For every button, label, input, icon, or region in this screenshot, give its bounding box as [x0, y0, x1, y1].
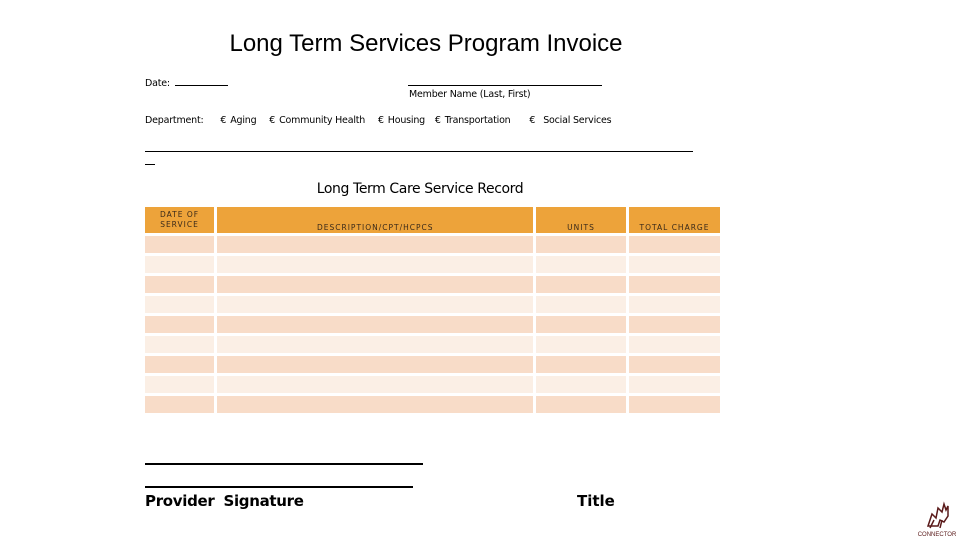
cell-units[interactable] [536, 336, 626, 353]
table-header-row: DATE OF SERVICE DESCRIPTION/CPT/HCPCS UN… [145, 207, 720, 233]
department-label: Department: [145, 115, 204, 126]
invoice-title-text: Long Term Services Program Invoice [229, 30, 623, 57]
checkbox-icon[interactable]: € [529, 115, 535, 126]
checkbox-icon[interactable]: € [378, 115, 384, 126]
cell-total-charge[interactable] [629, 256, 720, 273]
title-label: Title [577, 492, 615, 510]
cell-description[interactable] [217, 256, 533, 273]
invoice-title: Long Term Services Program Invoice [0, 30, 852, 58]
table-row [145, 236, 720, 253]
cell-description[interactable] [217, 236, 533, 253]
option-label: Transportation [444, 115, 511, 126]
checkbox-icon[interactable]: € [269, 115, 275, 126]
cell-description[interactable] [217, 376, 533, 393]
column-header-total-charge: TOTAL CHARGE [629, 207, 720, 233]
cell-units[interactable] [536, 376, 626, 393]
provider-signature-line[interactable] [145, 463, 423, 465]
title-line[interactable] [145, 486, 413, 488]
table-row [145, 356, 720, 373]
cell-description[interactable] [217, 356, 533, 373]
column-header-description: DESCRIPTION/CPT/HCPCS [217, 207, 533, 233]
department-option-housing[interactable]: € Housing [378, 115, 425, 126]
checkbox-icon[interactable]: € [220, 115, 226, 126]
table-row [145, 276, 720, 293]
cell-total-charge[interactable] [629, 356, 720, 373]
department-option-aging[interactable]: € Aging [220, 115, 256, 126]
option-label: Social Services [543, 115, 612, 126]
option-label: Community Health [279, 115, 366, 126]
cell-date[interactable] [145, 236, 214, 253]
cell-total-charge[interactable] [629, 236, 720, 253]
cell-total-charge[interactable] [629, 316, 720, 333]
member-name-label: Member Name (Last, First) [409, 89, 531, 100]
table-row [145, 316, 720, 333]
table-body [145, 236, 720, 413]
table-row [145, 296, 720, 313]
wolf-logo-icon: CONNECTOR [918, 498, 957, 538]
blank-line-continuation[interactable] [145, 164, 155, 165]
cell-description[interactable] [217, 276, 533, 293]
cell-total-charge[interactable] [629, 396, 720, 413]
date-label: Date: [145, 78, 170, 89]
member-name-input-line[interactable] [408, 85, 602, 86]
provider-signature-label: Provider Signature [145, 492, 304, 510]
department-field: Department: € Aging € Community Health € Ho… [145, 115, 612, 126]
date-input-line[interactable] [174, 76, 228, 86]
cell-date[interactable] [145, 296, 214, 313]
cell-description[interactable] [217, 296, 533, 313]
cell-date[interactable] [145, 316, 214, 333]
cell-total-charge[interactable] [629, 296, 720, 313]
department-option-community-health[interactable]: € Community Health [269, 115, 365, 126]
service-record-title: Long Term Care Service Record [316, 181, 524, 197]
cell-units[interactable] [536, 316, 626, 333]
department-option-social-services[interactable]: € Social Services [529, 115, 611, 126]
cell-units[interactable] [536, 296, 626, 313]
cell-units[interactable] [536, 276, 626, 293]
cell-units[interactable] [536, 236, 626, 253]
cell-description[interactable] [217, 336, 533, 353]
logo-graphic: CONNECTOR [918, 501, 957, 538]
cell-description[interactable] [217, 396, 533, 413]
cell-date[interactable] [145, 376, 214, 393]
table-row [145, 396, 720, 413]
column-header-date: DATE OF SERVICE [145, 207, 214, 233]
table-row [145, 376, 720, 393]
cell-units[interactable] [536, 396, 626, 413]
cell-total-charge[interactable] [629, 336, 720, 353]
cell-units[interactable] [536, 356, 626, 373]
logo-caption: CONNECTOR [918, 532, 956, 538]
department-option-transportation[interactable]: € Transportation [435, 115, 511, 126]
cell-date[interactable] [145, 356, 214, 373]
date-field[interactable]: Date: [145, 76, 228, 89]
cell-date[interactable] [145, 276, 214, 293]
service-record-table: DATE OF SERVICE DESCRIPTION/CPT/HCPCS UN… [145, 207, 720, 413]
option-label: Housing [387, 115, 426, 126]
table-row [145, 336, 720, 353]
cell-total-charge[interactable] [629, 276, 720, 293]
cell-date[interactable] [145, 336, 214, 353]
cell-date[interactable] [145, 396, 214, 413]
cell-total-charge[interactable] [629, 376, 720, 393]
checkbox-icon[interactable]: € [435, 115, 441, 126]
cell-description[interactable] [217, 316, 533, 333]
column-header-units: UNITS [536, 207, 626, 233]
cell-date[interactable] [145, 256, 214, 273]
blank-line[interactable] [145, 151, 693, 152]
cell-units[interactable] [536, 256, 626, 273]
option-label: Aging [230, 115, 257, 126]
table-row [145, 256, 720, 273]
